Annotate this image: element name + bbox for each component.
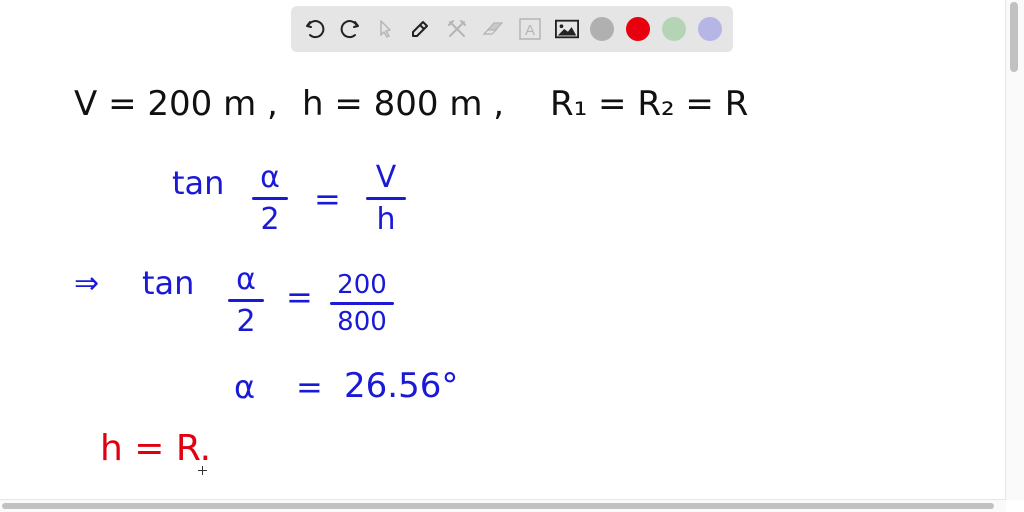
eq2-rhs-fraction: 200 800	[330, 270, 394, 337]
select-pointer-icon	[380, 20, 391, 38]
eq3-equals: =	[296, 368, 323, 406]
tools-button[interactable]	[444, 16, 470, 42]
eq2-lhs-num: α	[236, 262, 256, 297]
color-swatch-gray[interactable]	[590, 17, 614, 41]
undo-icon	[306, 20, 325, 39]
eq2-lhs-den: 2	[236, 304, 256, 339]
given-radii: R₁ = R₂ = R	[550, 84, 749, 124]
horizontal-scroll-thumb[interactable]	[2, 503, 994, 509]
eq4-partial: h = R.	[100, 428, 212, 469]
eq1-lhs-den: 2	[260, 202, 280, 237]
vertical-scrollbar[interactable]	[1005, 0, 1024, 500]
tools-icon	[448, 20, 466, 37]
eq2-rhs-num: 200	[337, 270, 387, 300]
color-swatch-lavender[interactable]	[698, 17, 722, 41]
redo-icon	[340, 20, 359, 39]
horizontal-scrollbar[interactable]	[0, 499, 1006, 512]
eq1-lhs-fraction: α 2	[252, 160, 288, 237]
eq1-lhs-num: α	[260, 160, 280, 195]
drawing-toolbar: A	[291, 6, 733, 52]
eq2-implies: ⇒	[74, 266, 100, 301]
eraser-button[interactable]	[480, 16, 506, 42]
eq1-tan: tan	[172, 164, 225, 202]
eq1-rhs-num: V	[375, 160, 397, 195]
pen-icon	[412, 21, 428, 37]
eq2-tan: tan	[142, 264, 195, 302]
fraction-bar	[228, 299, 264, 302]
fraction-bar	[252, 197, 288, 200]
fraction-bar	[366, 197, 406, 200]
eq3-value: 26.56°	[344, 366, 459, 406]
image-icon	[555, 19, 579, 39]
svg-text:A: A	[525, 22, 535, 39]
undo-button[interactable]	[302, 16, 328, 42]
image-button[interactable]	[553, 16, 581, 42]
text-button[interactable]: A	[517, 16, 543, 42]
fraction-bar	[330, 302, 394, 305]
eraser-icon	[482, 22, 504, 35]
pen-button[interactable]	[407, 16, 433, 42]
eq1-rhs-fraction: V h	[366, 160, 406, 237]
text-icon: A	[519, 18, 541, 40]
vertical-scroll-thumb[interactable]	[1010, 2, 1018, 72]
color-swatch-green[interactable]	[662, 17, 686, 41]
eq1-rhs-den: h	[376, 202, 396, 237]
eq2-lhs-fraction: α 2	[228, 262, 264, 339]
given-height: h = 800 m ,	[302, 84, 505, 124]
redo-button[interactable]	[337, 16, 363, 42]
eq2-equals: =	[286, 278, 313, 316]
crosshair-cursor-icon	[198, 466, 207, 475]
given-velocity: V = 200 m ,	[74, 84, 278, 124]
whiteboard-canvas[interactable]: V = 200 m , h = 800 m , R₁ = R₂ = R tan …	[0, 0, 1004, 500]
color-swatch-red[interactable]	[626, 17, 650, 41]
select-button[interactable]	[372, 16, 398, 42]
eq2-rhs-den: 800	[337, 307, 387, 337]
eq1-equals: =	[314, 180, 341, 218]
eq3-alpha: α	[234, 368, 256, 406]
